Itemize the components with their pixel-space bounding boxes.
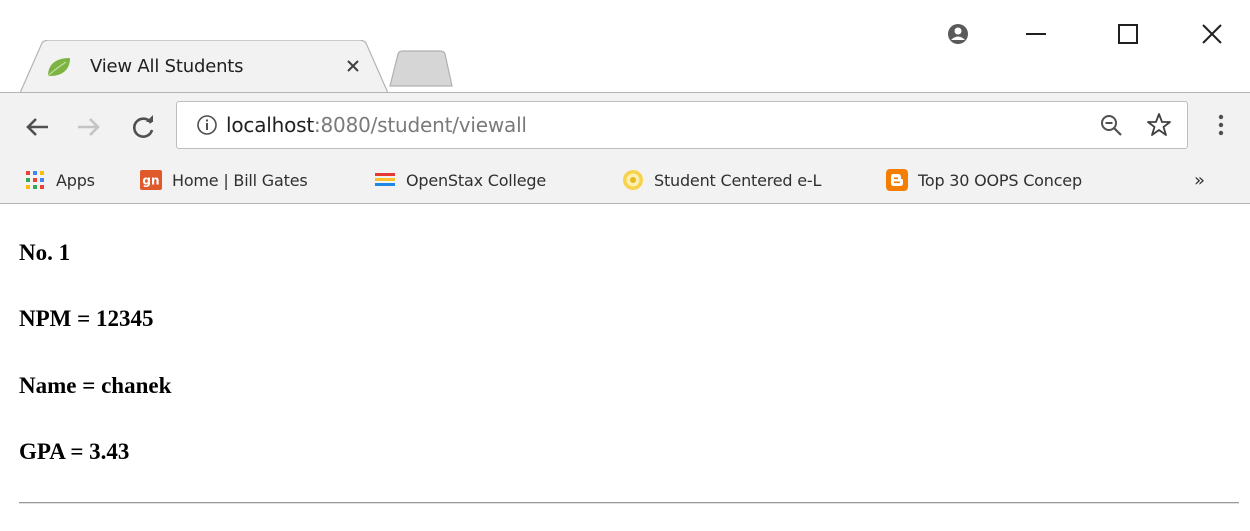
tab-close-icon[interactable] — [344, 57, 362, 75]
bookmarks-overflow-button[interactable]: » — [1194, 160, 1205, 200]
url-path: :8080/student/viewall — [313, 113, 527, 137]
chevron-double-right-icon: » — [1194, 169, 1205, 191]
menu-kebab-icon[interactable] — [1208, 112, 1234, 138]
browser-title-bar: View All Students — [0, 0, 1250, 93]
student-gpa: GPA = 3.43 — [19, 439, 130, 464]
bookmark-label: Student Centered e-L — [654, 170, 822, 190]
bookmark-openstax[interactable]: OpenStax College — [374, 160, 546, 200]
bookmark-label: OpenStax College — [406, 170, 547, 190]
student-name: Name = chanek — [19, 373, 172, 398]
student-number: No. 1 — [19, 240, 71, 265]
university-seal-icon — [623, 170, 643, 190]
minimize-icon[interactable] — [1016, 14, 1056, 54]
reload-icon[interactable] — [128, 112, 158, 142]
bookmark-student-centered[interactable]: Student Centered e-L — [622, 160, 821, 200]
tab-title: View All Students — [90, 56, 244, 77]
svg-text:gn: gn — [142, 174, 159, 188]
books-icon — [375, 173, 395, 186]
close-icon[interactable] — [1192, 14, 1232, 54]
apps-grid-icon — [26, 171, 44, 189]
gn-icon: gn — [140, 170, 162, 190]
back-arrow-icon[interactable] — [22, 112, 52, 142]
new-tab-button[interactable] — [386, 50, 456, 88]
student-npm: NPM = 12345 — [19, 306, 154, 331]
zoom-out-icon[interactable] — [1098, 112, 1124, 138]
profile-icon[interactable] — [938, 14, 978, 54]
url-host: localhost — [226, 113, 314, 137]
blogger-icon — [886, 169, 908, 191]
bookmark-star-icon[interactable] — [1145, 111, 1173, 139]
bookmark-label: Apps — [56, 170, 95, 190]
address-url: localhost:8080/student/viewall — [226, 113, 527, 137]
horizontal-divider — [19, 502, 1239, 504]
bookmark-home-bill-gates[interactable]: gn Home | Bill Gates — [140, 160, 308, 200]
bookmark-label: Top 30 OOPS Concep — [918, 170, 1082, 190]
spring-leaf-icon — [47, 58, 70, 77]
bookmark-label: Home | Bill Gates — [172, 170, 308, 190]
forward-arrow-icon[interactable] — [74, 112, 104, 142]
maximize-icon[interactable] — [1108, 14, 1148, 54]
page-content — [0, 205, 1250, 531]
bookmark-top-30-oops[interactable]: Top 30 OOPS Concep — [886, 160, 1082, 200]
info-icon[interactable] — [196, 114, 218, 136]
bookmark-apps[interactable]: Apps — [24, 160, 95, 200]
